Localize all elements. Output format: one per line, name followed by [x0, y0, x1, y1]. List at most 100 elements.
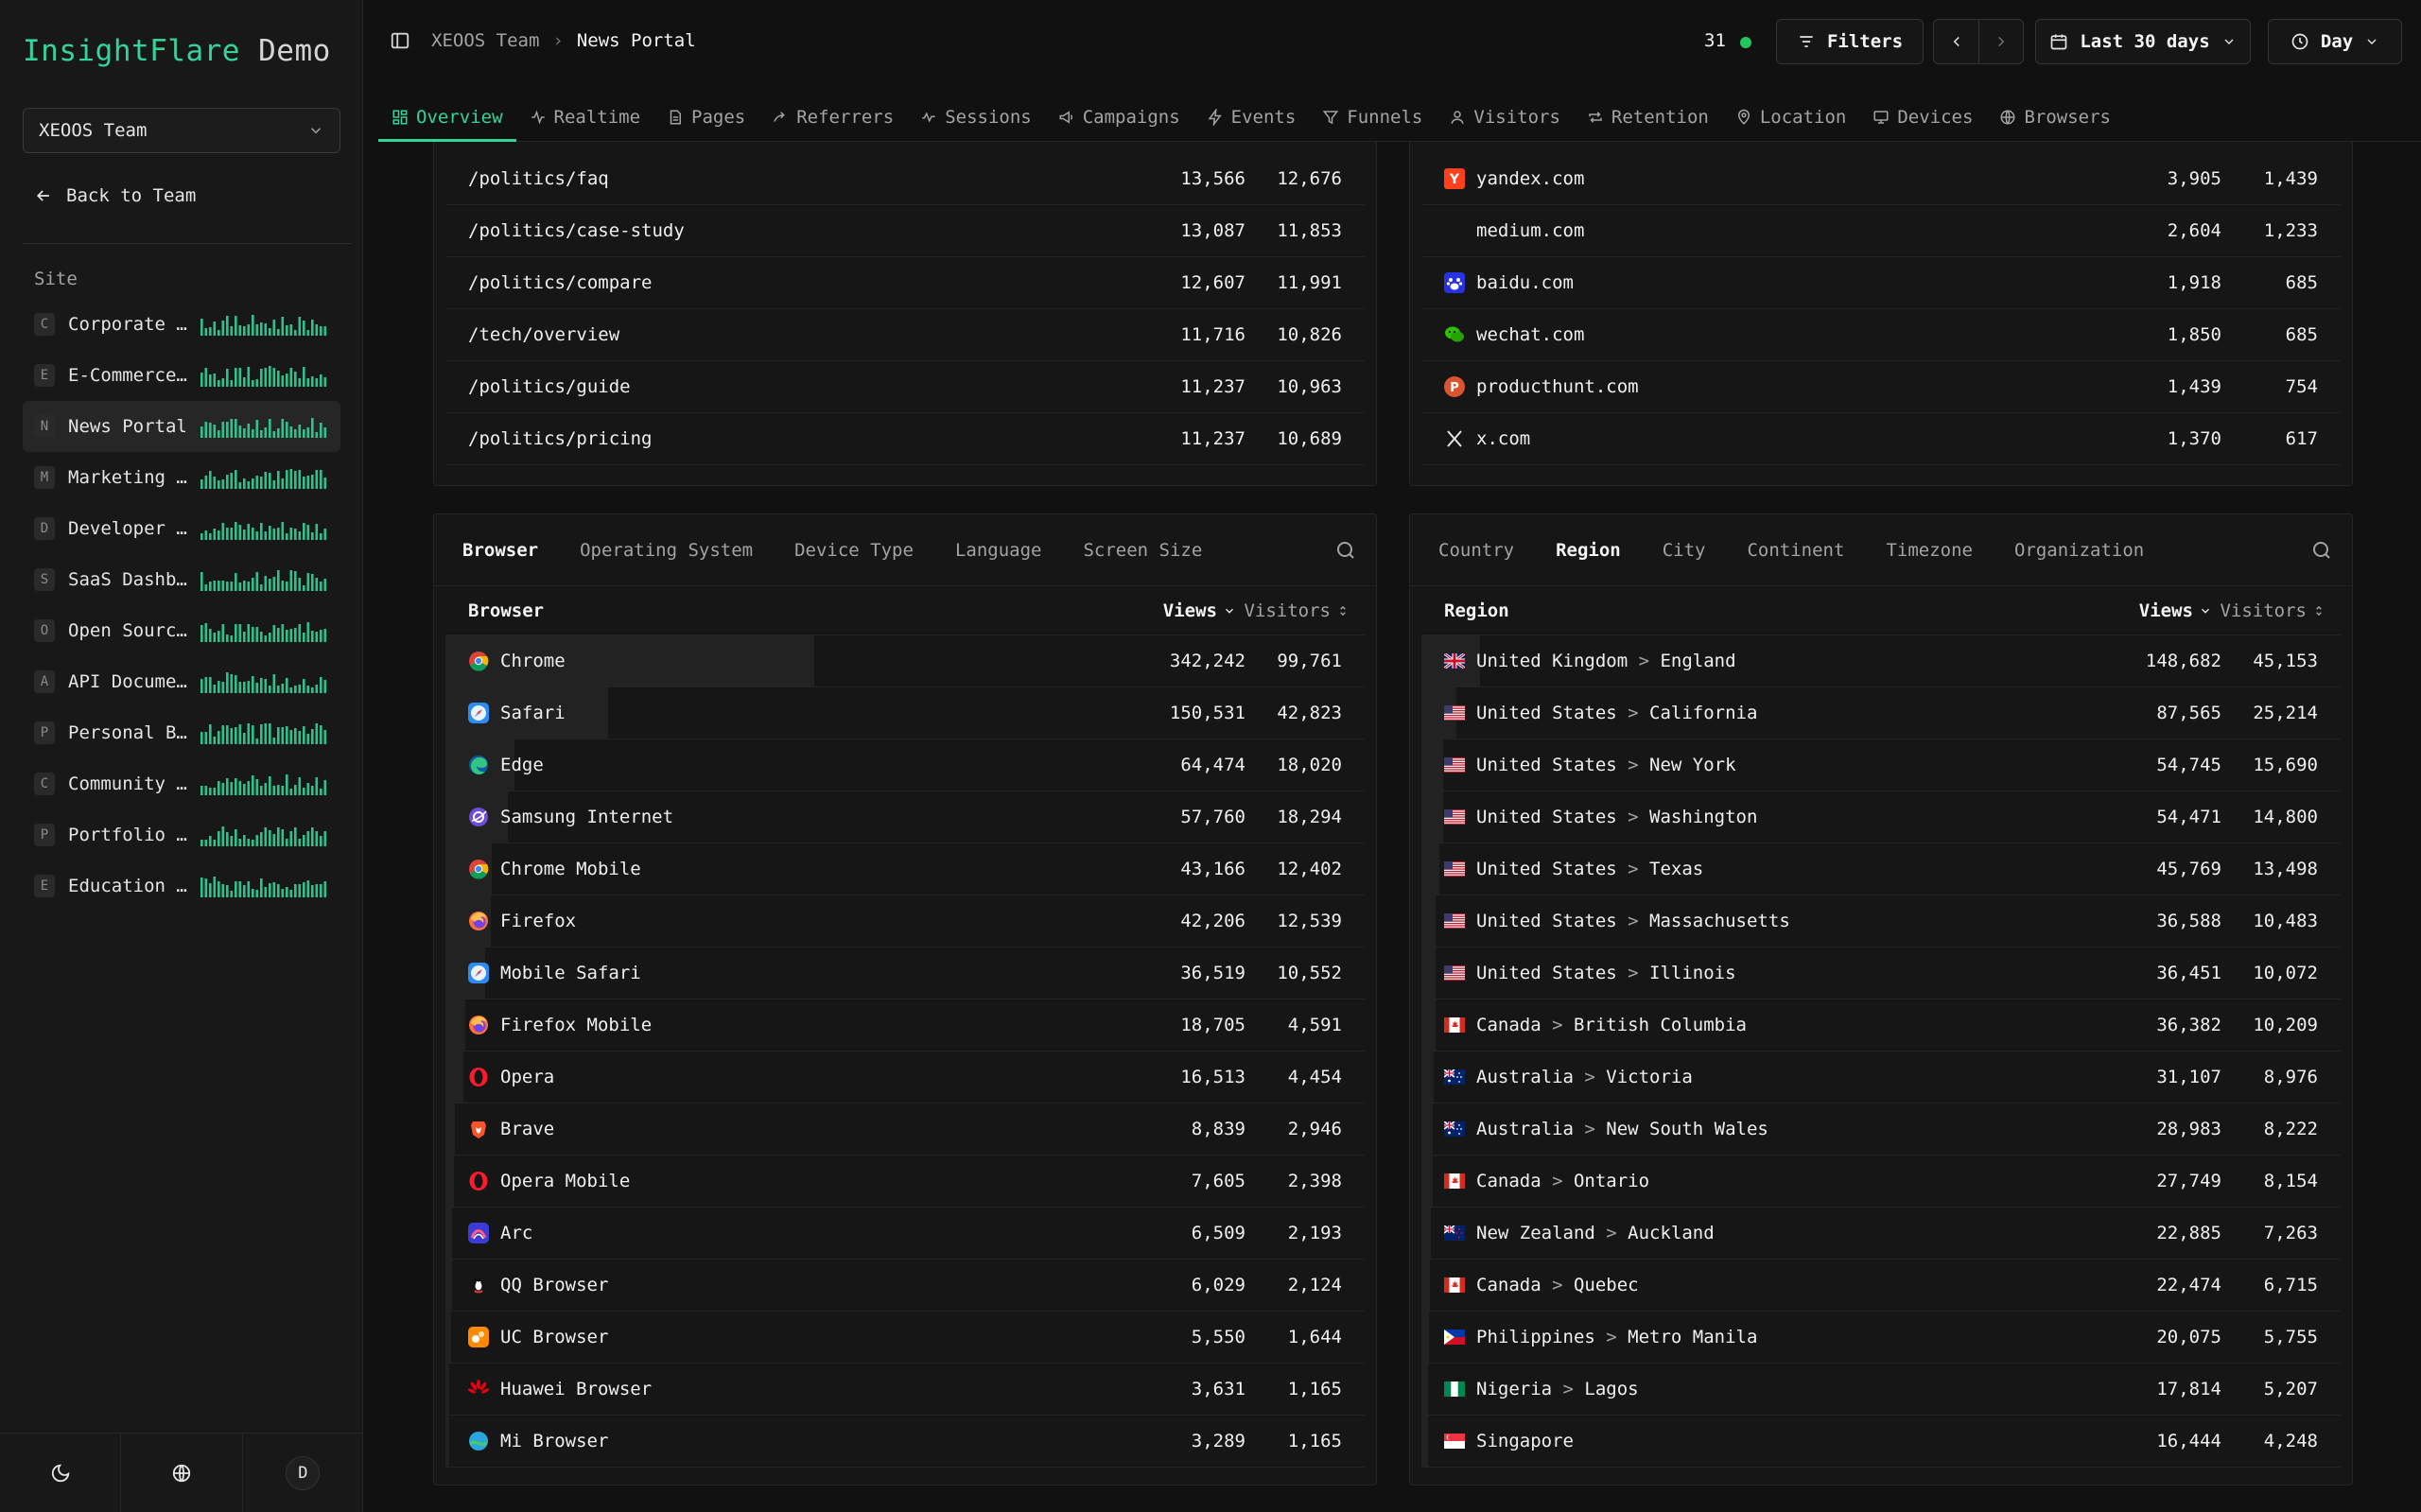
table-row[interactable]: /politics/guide 11,237 10,963	[445, 361, 1365, 413]
browser-row[interactable]: Firefox Mobile 18,705 4,591	[445, 999, 1365, 1051]
date-range-select[interactable]: Last 30 days	[2035, 19, 2251, 64]
table-row[interactable]: Pproducthunt.com 1,439 754	[1421, 361, 2341, 413]
table-row[interactable]: /politics/faq 13,566 12,676	[445, 153, 1365, 205]
tab-campaigns[interactable]: Campaigns	[1045, 95, 1193, 140]
tab-browsers[interactable]: Browsers	[1986, 95, 2124, 140]
subtab-organization[interactable]: Organization	[2014, 540, 2144, 561]
date-next-button[interactable]	[1979, 20, 2023, 63]
subtab-language[interactable]: Language	[955, 540, 1042, 561]
region-row[interactable]: United States > Washington 54,471 14,800	[1421, 791, 2341, 843]
subtab-browser[interactable]: Browser	[462, 540, 538, 561]
browser-row[interactable]: Mi Browser 3,289 1,165	[445, 1416, 1365, 1468]
region-row[interactable]: United States > Massachusetts 36,588 10,48…	[1421, 895, 2341, 947]
tab-funnels[interactable]: Funnels	[1309, 95, 1436, 140]
browser-row[interactable]: Chrome Mobile 43,166 12,402	[445, 843, 1365, 895]
region-row[interactable]: United Kingdom > England 148,682 45,153	[1421, 635, 2341, 687]
tab-devices[interactable]: Devices	[1859, 95, 1986, 140]
visitors-sort-button[interactable]: Visitors	[1236, 600, 1365, 621]
team-select[interactable]: XEOOS Team	[23, 108, 340, 153]
table-row[interactable]: baidu.com 1,918 685	[1421, 257, 2341, 309]
filters-button[interactable]: Filters	[1776, 19, 1924, 64]
breadcrumb-team[interactable]: XEOOS Team	[431, 30, 539, 51]
site-item[interactable]: S SaaS Dashbo…	[23, 554, 340, 605]
views-sort-button[interactable]: Views	[1132, 600, 1236, 621]
browser-row[interactable]: Huawei Browser 3,631 1,165	[445, 1364, 1365, 1416]
browser-row[interactable]: Chrome 342,242 99,761	[445, 635, 1365, 687]
subtab-operating-system[interactable]: Operating System	[580, 540, 753, 561]
browser-row[interactable]: Edge 64,474 18,020	[445, 739, 1365, 791]
site-item[interactable]: E E-Commerce …	[23, 350, 340, 401]
tab-referrers[interactable]: Referrers	[758, 95, 907, 140]
tab-location[interactable]: Location	[1722, 95, 1860, 140]
language-button[interactable]	[121, 1434, 243, 1512]
site-item[interactable]: C Corporate W…	[23, 299, 340, 350]
browser-row[interactable]: Opera 16,513 4,454	[445, 1051, 1365, 1104]
region-row[interactable]: United States > Illinois 36,451 10,072	[1421, 947, 2341, 999]
user-menu-button[interactable]: D	[243, 1434, 363, 1512]
tab-events[interactable]: Events	[1193, 95, 1310, 140]
site-item[interactable]: E Education P…	[23, 860, 340, 912]
browser-row[interactable]: Firefox 42,206 12,539	[445, 895, 1365, 947]
browser-row[interactable]: Brave 8,839 2,946	[445, 1104, 1365, 1156]
subtab-city[interactable]: City	[1663, 540, 1706, 561]
subtab-region[interactable]: Region	[1556, 540, 1621, 561]
site-item[interactable]: M Marketing L…	[23, 452, 340, 503]
site-item[interactable]: C Community F…	[23, 758, 340, 809]
tab-pages[interactable]: Pages	[653, 95, 758, 140]
browser-row[interactable]: QQ Browser 6,029 2,124	[445, 1260, 1365, 1312]
region-row[interactable]: New Zealand > Auckland 22,885 7,263	[1421, 1208, 2341, 1260]
browser-row[interactable]: Arc 6,509 2,193	[445, 1208, 1365, 1260]
views-sort-button[interactable]: Views	[2108, 600, 2212, 621]
browser-row[interactable]: Samsung Internet 57,760 18,294	[445, 791, 1365, 843]
row-label-cell: United Kingdom > England	[1421, 651, 2117, 671]
brand-logo[interactable]: InsightFlare Demo	[23, 34, 331, 68]
browser-row[interactable]: UC Browser 5,550 1,644	[445, 1312, 1365, 1364]
theme-toggle-button[interactable]	[0, 1434, 122, 1512]
region-row[interactable]: Canada > Ontario 27,749 8,154	[1421, 1156, 2341, 1208]
region-row[interactable]: Philippines > Metro Manila 20,075 5,755	[1421, 1312, 2341, 1364]
subtab-continent[interactable]: Continent	[1747, 540, 1844, 561]
browser-search-button[interactable]	[1334, 539, 1357, 566]
region-row[interactable]: Canada > British Columbia 36,382 10,209	[1421, 999, 2341, 1051]
table-row[interactable]: medium.com 2,604 1,233	[1421, 205, 2341, 257]
visitors-sort-button[interactable]: Visitors	[2212, 600, 2341, 621]
table-row[interactable]: /politics/pricing 11,237 10,689	[445, 413, 1365, 465]
region-row[interactable]: Nigeria > Lagos 17,814 5,207	[1421, 1364, 2341, 1416]
browser-row[interactable]: Mobile Safari 36,519 10,552	[445, 947, 1365, 999]
table-row[interactable]: Yyandex.com 3,905 1,439	[1421, 153, 2341, 205]
tab-realtime[interactable]: Realtime	[516, 95, 654, 140]
subtab-country[interactable]: Country	[1438, 540, 1514, 561]
tab-overview[interactable]: Overview	[378, 95, 516, 142]
region-row[interactable]: United States > California 87,565 25,214	[1421, 687, 2341, 739]
tab-sessions[interactable]: Sessions	[907, 95, 1045, 140]
site-item[interactable]: N News Portal	[23, 401, 340, 452]
region-row[interactable]: United States > New York 54,745 15,690	[1421, 739, 2341, 791]
date-prev-button[interactable]	[1934, 20, 1979, 63]
interval-select[interactable]: Day	[2268, 19, 2402, 64]
region-row[interactable]: Canada > Quebec 22,474 6,715	[1421, 1260, 2341, 1312]
table-row[interactable]: /politics/compare 12,607 11,991	[445, 257, 1365, 309]
subtab-device-type[interactable]: Device Type	[794, 540, 914, 561]
region-row[interactable]: United States > Texas 45,769 13,498	[1421, 843, 2341, 895]
table-row[interactable]: /tech/overview 11,716 10,826	[445, 309, 1365, 361]
table-row[interactable]: x.com 1,370 617	[1421, 413, 2341, 465]
site-item[interactable]: O Open Source…	[23, 605, 340, 656]
tab-retention[interactable]: Retention	[1574, 95, 1722, 140]
site-item[interactable]: A API Documen…	[23, 656, 340, 707]
region-search-button[interactable]	[2310, 539, 2333, 566]
region-row[interactable]: Australia > New South Wales 28,983 8,222	[1421, 1104, 2341, 1156]
browser-row[interactable]: Opera Mobile 7,605 2,398	[445, 1156, 1365, 1208]
subtab-timezone[interactable]: Timezone	[1886, 540, 1973, 561]
table-row[interactable]: wechat.com 1,850 685	[1421, 309, 2341, 361]
site-item[interactable]: P Portfolio S…	[23, 809, 340, 860]
region-row[interactable]: Singapore 16,444 4,248	[1421, 1416, 2341, 1468]
site-item[interactable]: P Personal Bl…	[23, 707, 340, 758]
table-row[interactable]: /politics/case-study 13,087 11,853	[445, 205, 1365, 257]
subtab-screen-size[interactable]: Screen Size	[1083, 540, 1202, 561]
sidebar-toggle-button[interactable]	[390, 30, 410, 56]
back-to-team-link[interactable]: Back to Team	[34, 185, 196, 206]
tab-visitors[interactable]: Visitors	[1436, 95, 1574, 140]
site-item[interactable]: D Developer D…	[23, 503, 340, 554]
browser-row[interactable]: Safari 150,531 42,823	[445, 687, 1365, 739]
region-row[interactable]: Australia > Victoria 31,107 8,976	[1421, 1051, 2341, 1104]
